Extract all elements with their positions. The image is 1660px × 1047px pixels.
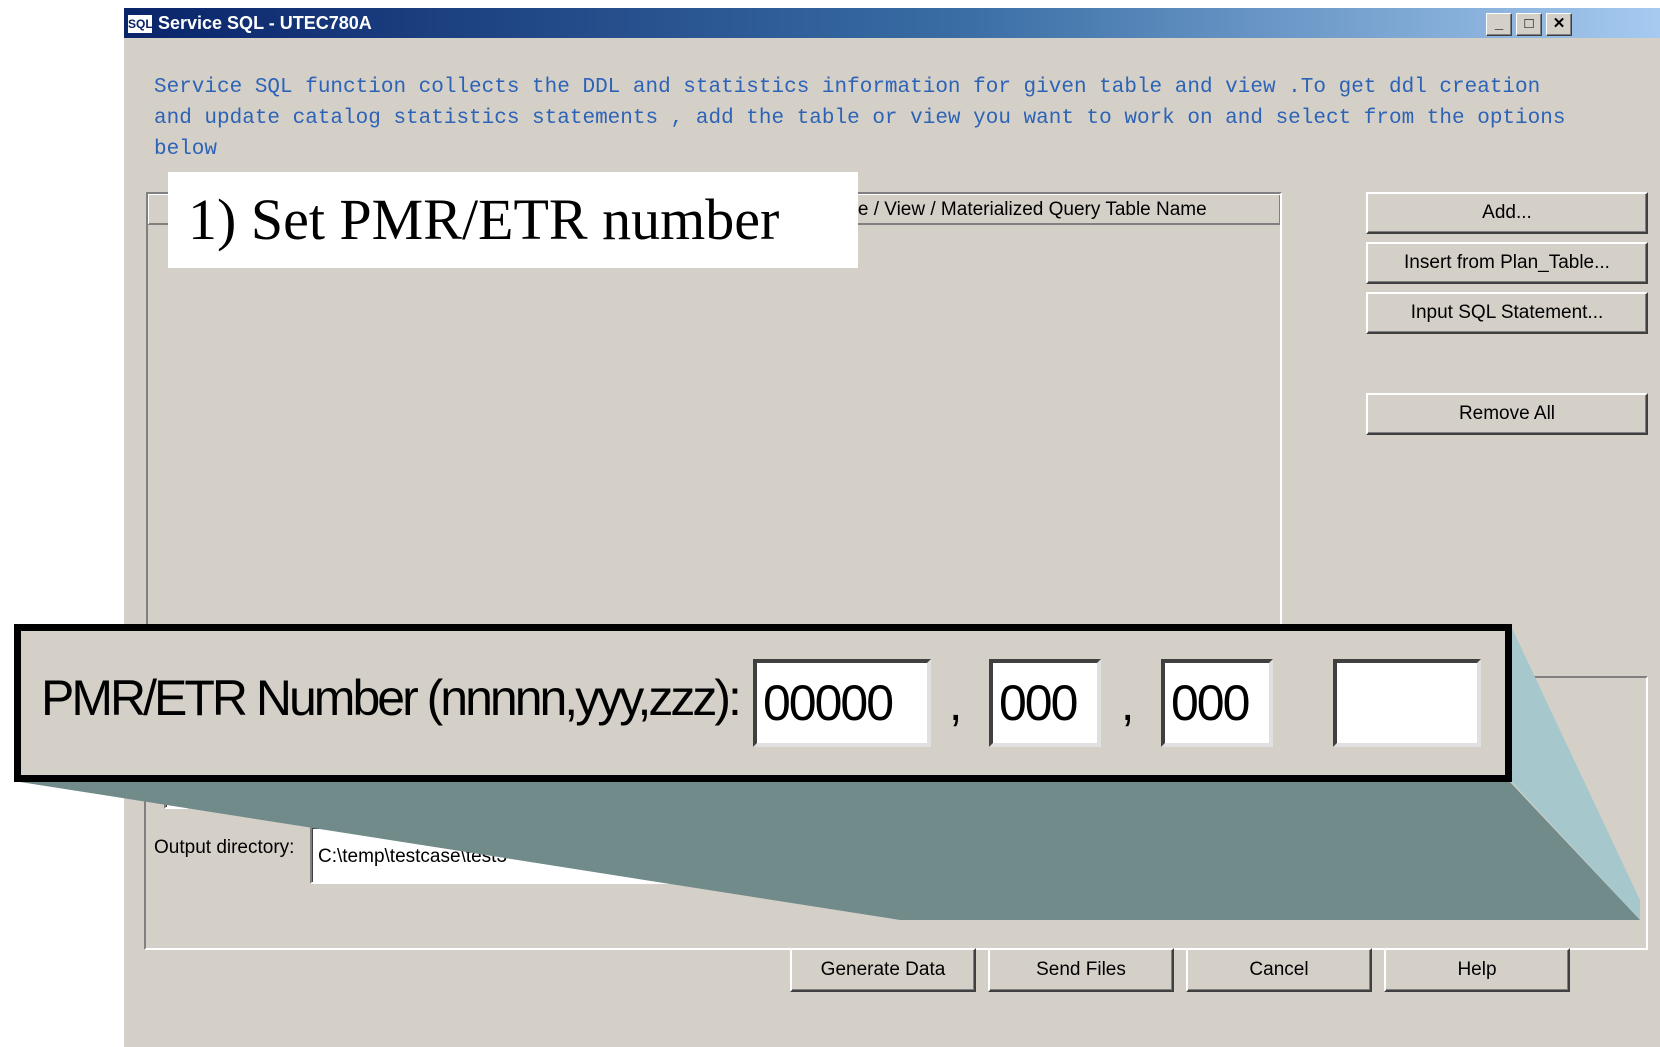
description-text: Service SQL function collects the DDL an…	[154, 76, 1566, 161]
insert-from-plan-table-button[interactable]: Insert from Plan_Table...	[1366, 242, 1648, 284]
ddl-only-label: DDL Only	[192, 785, 274, 806]
add-button[interactable]: Add...	[1366, 192, 1648, 234]
pmr-separator-1: ,	[949, 678, 963, 731]
window-title: Service SQL - UTEC780A	[158, 13, 372, 33]
statistics-only-checkbox[interactable]	[344, 785, 368, 809]
step-callout: 1) Set PMR/ETR number	[168, 172, 858, 268]
pmr-etr-zoom-inner: PMR/ETR Number (nnnnn,yyy,zzz): 00000 , …	[21, 631, 1505, 775]
title-bar[interactable]: SQL Service SQL - UTEC780A _ □ ✕	[124, 8, 1660, 38]
help-button[interactable]: Help	[1384, 948, 1570, 992]
close-button[interactable]: ✕	[1546, 13, 1572, 36]
pmr-etr-zoom-callout: PMR/ETR Number (nnnnn,yyy,zzz): 00000 , …	[14, 624, 1512, 782]
minimize-button[interactable]: _	[1486, 13, 1512, 36]
maximize-button[interactable]: □	[1516, 13, 1542, 36]
ddl-only-checkbox[interactable]	[164, 785, 188, 809]
service-sql-window: SQL Service SQL - UTEC780A _ □ ✕ Service…	[124, 8, 1660, 1047]
pmr-separator-2: ,	[1121, 678, 1135, 731]
sql-app-icon: SQL	[128, 15, 153, 33]
pmr-number-field[interactable]: 00000	[753, 659, 931, 747]
remove-all-button[interactable]: Remove All	[1366, 393, 1648, 435]
output-directory-label: Output directory:	[154, 837, 295, 858]
column-header-label: Table / View / Materialized Query Table …	[823, 199, 1207, 220]
branch-number-field[interactable]: 000	[989, 659, 1101, 747]
country-code-field[interactable]: 000	[1161, 659, 1273, 747]
cancel-button[interactable]: Cancel	[1186, 948, 1372, 992]
send-files-button[interactable]: Send Files	[988, 948, 1174, 992]
pmr-etr-label: PMR/ETR Number (nnnnn,yyy,zzz):	[41, 670, 742, 726]
generate-data-button[interactable]: Generate Data	[790, 948, 976, 992]
statistics-only-label: Statistics Only	[372, 780, 412, 801]
extra-number-field[interactable]	[1333, 659, 1481, 747]
output-directory-input[interactable]: C:\temp\testcase\test3	[310, 826, 910, 884]
input-sql-statement-button[interactable]: Input SQL Statement...	[1366, 292, 1648, 334]
